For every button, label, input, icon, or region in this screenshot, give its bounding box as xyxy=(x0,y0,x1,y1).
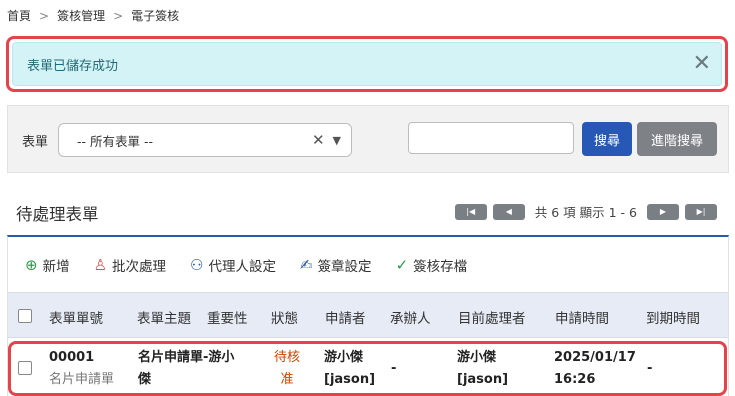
header-processor[interactable]: 目前處理者 xyxy=(458,307,526,327)
search-button[interactable]: 搜尋 xyxy=(582,122,632,156)
chevron-down-icon[interactable]: ▼ xyxy=(333,134,341,147)
pagination: |◀ ◀ 共 6 項 顯示 1 - 6 ▶ ▶| xyxy=(454,202,717,221)
page-title: 待處理表單 xyxy=(16,205,99,224)
header-applicant[interactable]: 申請者 xyxy=(325,307,366,327)
archive-label: 簽核存檔 xyxy=(413,258,468,275)
pending-forms-panel: ⊕ 新增 ♙ 批次處理 ⚇ 代理人設定 ✍ 簽章設定 ✓ 簽核存檔 表單單號 表… xyxy=(7,235,729,396)
close-icon[interactable]: ✕ xyxy=(693,53,711,75)
users-icon: ⚇ xyxy=(190,255,204,274)
form-no[interactable]: 00001 xyxy=(49,347,114,369)
table-row[interactable]: 00001 名片申請單 名片申請單-游小 傑 待核 准 游小傑 [jason] … xyxy=(8,341,727,396)
chevron-right-icon: > xyxy=(113,8,124,23)
form-type: 名片申請單 xyxy=(49,372,115,387)
add-button[interactable]: ⊕ 新增 xyxy=(25,255,70,275)
seal-settings-button[interactable]: ✍ 簽章設定 xyxy=(300,255,372,275)
processor-name: 游小傑 xyxy=(457,350,497,365)
advanced-search-button[interactable]: 進階搜尋 xyxy=(637,122,717,156)
last-page-icon[interactable]: ▶| xyxy=(685,203,717,220)
seal-label: 簽章設定 xyxy=(317,258,372,275)
due-time: - xyxy=(647,361,653,376)
toolbar: ⊕ 新增 ♙ 批次處理 ⚇ 代理人設定 ✍ 簽章設定 ✓ 簽核存檔 xyxy=(8,237,728,292)
alert-highlight: 表單已儲存成功 ✕ xyxy=(6,36,728,92)
first-page-icon[interactable]: |◀ xyxy=(454,203,487,220)
handler: - xyxy=(391,361,397,376)
header-handler[interactable]: 承辦人 xyxy=(390,307,431,327)
check-circle-icon: ✓ xyxy=(395,255,409,274)
breadcrumb-sign-management[interactable]: 簽核管理 xyxy=(57,7,105,24)
pagination-info: 共 6 項 顯示 1 - 6 xyxy=(534,205,637,220)
subject-line2[interactable]: 傑 xyxy=(138,369,234,391)
header-subject[interactable]: 表單主題 xyxy=(137,307,191,327)
archive-button[interactable]: ✓ 簽核存檔 xyxy=(396,255,468,275)
plus-circle-icon: ⊕ xyxy=(25,255,38,274)
breadcrumb-home[interactable]: 首頁 xyxy=(7,7,31,24)
form-filter-label: 表單 xyxy=(22,135,49,150)
apply-time: 16:26 xyxy=(554,372,596,387)
search-input[interactable] xyxy=(408,122,574,154)
prev-page-icon[interactable]: ◀ xyxy=(492,203,525,220)
select-all-checkbox[interactable] xyxy=(18,309,32,323)
status-line1: 待核 xyxy=(274,350,301,365)
header-due-time[interactable]: 到期時間 xyxy=(646,307,700,327)
batch-process-button[interactable]: ♙ 批次處理 xyxy=(94,255,166,275)
agent-label: 代理人設定 xyxy=(208,258,276,275)
status-line2: 准 xyxy=(280,372,294,387)
breadcrumb: 首頁 > 簽核管理 > 電子簽核 xyxy=(7,7,179,24)
header-apply-time[interactable]: 申請時間 xyxy=(555,307,609,327)
signature-icon: ✍ xyxy=(299,255,313,274)
add-label: 新增 xyxy=(42,258,70,275)
alert-message: 表單已儲存成功 xyxy=(27,58,119,74)
next-page-icon[interactable]: ▶ xyxy=(647,203,679,220)
breadcrumb-esign: 電子簽核 xyxy=(131,9,180,23)
applicant-id: [jason] xyxy=(324,372,376,387)
filter-bar: 表單 -- 所有表單 -- ✕ ▼ 搜尋 進階搜尋 xyxy=(7,105,729,173)
apply-date: 2025/01/17 xyxy=(554,350,636,365)
success-alert: 表單已儲存成功 ✕ xyxy=(12,42,722,86)
header-form-no[interactable]: 表單單號 xyxy=(49,307,103,327)
header-priority[interactable]: 重要性 xyxy=(207,307,248,327)
batch-label: 批次處理 xyxy=(112,258,167,275)
row-checkbox[interactable] xyxy=(18,361,32,375)
agent-settings-button[interactable]: ⚇ 代理人設定 xyxy=(190,255,276,275)
chevron-right-icon: > xyxy=(39,8,50,23)
header-status[interactable]: 狀態 xyxy=(271,307,298,327)
form-select[interactable]: -- 所有表單 -- ✕ ▼ xyxy=(58,123,352,157)
form-select-value: -- 所有表單 -- xyxy=(77,133,153,149)
subject-line1[interactable]: 名片申請單-游小 xyxy=(138,347,234,369)
clear-icon[interactable]: ✕ xyxy=(312,131,325,149)
table-header: 表單單號 表單主題 重要性 狀態 申請者 承辦人 目前處理者 申請時間 到期時間 xyxy=(8,292,728,338)
processor-id: [jason] xyxy=(457,372,509,387)
user-edit-icon: ♙ xyxy=(93,255,108,274)
applicant-name: 游小傑 xyxy=(324,350,364,365)
